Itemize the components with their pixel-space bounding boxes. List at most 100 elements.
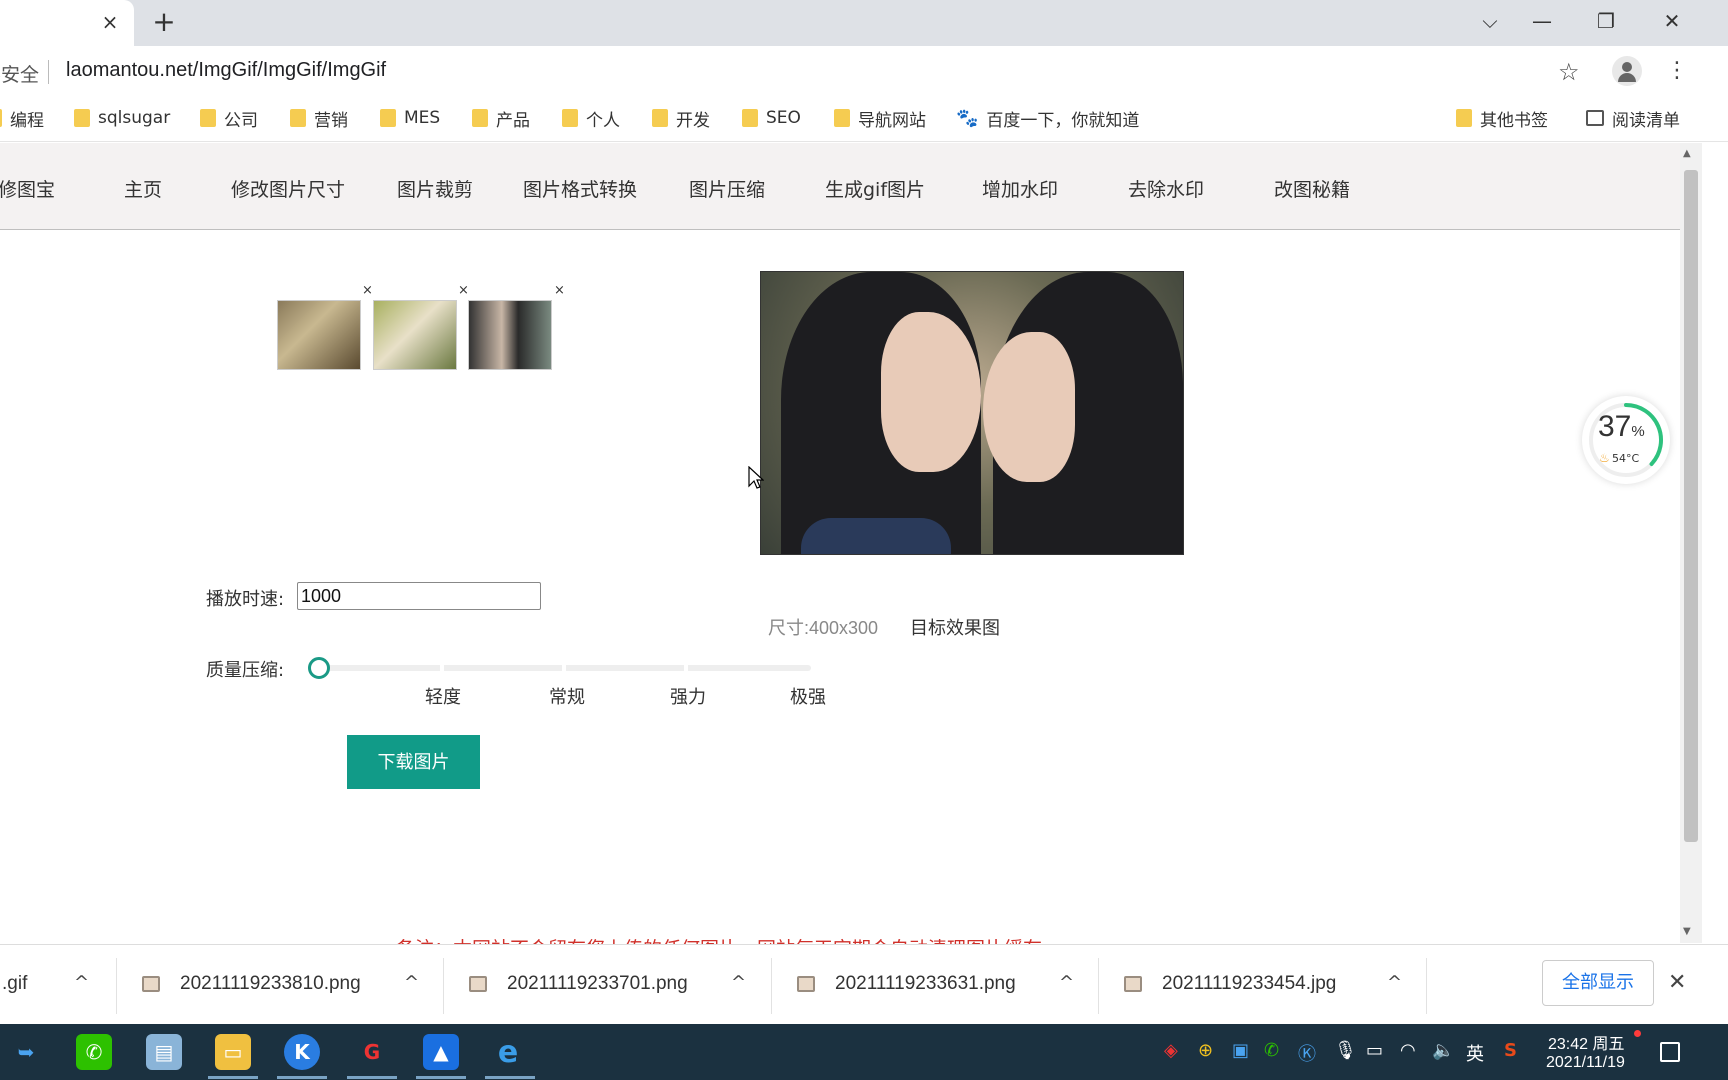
download-item-name[interactable]: 20211119233810.png — [180, 973, 361, 995]
bookmark-kaifa[interactable]: 开发 — [652, 106, 710, 131]
folder-icon — [652, 109, 668, 127]
cpu-percent: 37 — [1598, 410, 1632, 443]
percent-unit: % — [1631, 423, 1645, 440]
active-app-indicator — [416, 1076, 466, 1079]
mouse-cursor-icon — [748, 466, 764, 489]
bookmark-sqlsugar[interactable]: sqlsugar — [74, 106, 170, 130]
action-center-icon[interactable] — [1660, 1042, 1680, 1062]
input-method-indicator[interactable]: 英 — [1466, 1040, 1484, 1066]
tab-close-icon[interactable]: × — [98, 10, 122, 34]
security-indicator[interactable]: 不安全 — [0, 60, 39, 87]
remove-thumbnail-icon[interactable]: × — [458, 283, 469, 298]
tray-plus-icon[interactable]: ⊕ — [1198, 1040, 1213, 1061]
bookmark-star-icon[interactable]: ☆ — [1558, 58, 1580, 86]
slider-divider — [684, 665, 688, 671]
file-explorer-icon[interactable]: ▭ — [215, 1034, 251, 1070]
notepad-app-icon[interactable]: ▤ — [146, 1034, 182, 1070]
download-item-name[interactable]: 20211119233454.jpg — [1162, 973, 1336, 995]
nav-gif[interactable]: 生成gif图片 — [825, 175, 925, 202]
bookmark-chanpin[interactable]: 产品 — [472, 106, 530, 131]
battery-icon[interactable]: ▭ — [1366, 1040, 1383, 1061]
scroll-up-icon[interactable]: ▲ — [1683, 148, 1691, 159]
reading-list-icon — [1586, 110, 1604, 126]
scroll-down-icon[interactable]: ▼ — [1683, 926, 1691, 937]
download-item-name[interactable]: 20211119233631.png — [835, 973, 1016, 995]
wifi-icon[interactable]: ◠ — [1400, 1040, 1416, 1061]
bookmark-geren[interactable]: 个人 — [562, 106, 620, 131]
quality-tick-extreme[interactable]: 极强 — [790, 683, 826, 709]
nav-tips[interactable]: 改图秘籍 — [1274, 175, 1350, 202]
nav-resize[interactable]: 修改图片尺寸 — [231, 175, 345, 202]
browser-menu-icon[interactable]: ⋮ — [1666, 58, 1688, 83]
nav-crop[interactable]: 图片裁剪 — [397, 175, 473, 202]
bookmark-mes[interactable]: MES — [380, 106, 440, 130]
microphone-icon[interactable]: 🎙 — [1334, 1040, 1357, 1061]
bookmarks-bar: 编程 sqlsugar 公司 营销 MES 产品 个人 开发 SEO 导航网站 … — [0, 96, 1728, 142]
wechat-icon[interactable]: ✆ — [76, 1034, 112, 1070]
chevron-up-icon[interactable]: ^ — [404, 972, 419, 993]
remove-thumbnail-icon[interactable]: × — [554, 283, 565, 298]
tray-app-icon[interactable]: ◈ — [1164, 1040, 1178, 1061]
folder-icon — [200, 109, 216, 127]
remove-thumbnail-icon[interactable]: × — [362, 283, 373, 298]
restore-button[interactable]: ❐ — [1588, 6, 1624, 36]
download-item-name[interactable]: .gif — [2, 973, 27, 995]
bookmark-yingxiao[interactable]: 营销 — [290, 106, 348, 131]
folder-icon — [380, 109, 396, 127]
tab-search-icon[interactable]: ⌵ — [1472, 6, 1508, 36]
quality-tick-normal[interactable]: 常规 — [549, 683, 585, 709]
bookmark-gongsi[interactable]: 公司 — [200, 106, 258, 131]
profile-avatar-icon[interactable] — [1612, 56, 1642, 86]
ie-browser-icon[interactable]: e — [490, 1034, 526, 1070]
download-image-button[interactable]: 下载图片 — [347, 735, 480, 789]
other-bookmarks[interactable]: 其他书签 — [1456, 106, 1548, 131]
active-app-indicator — [347, 1076, 397, 1079]
baidu-paw-icon: 🐾 — [956, 107, 979, 129]
quality-tick-strong[interactable]: 强力 — [670, 683, 706, 709]
speed-label: 播放时速: — [206, 589, 285, 610]
red-g-app-icon[interactable]: G — [354, 1034, 390, 1070]
tray-k-icon[interactable]: Ⓚ — [1298, 1040, 1316, 1066]
speed-input[interactable] — [297, 582, 541, 610]
close-shelf-icon[interactable]: ✕ — [1668, 970, 1686, 995]
chevron-up-icon[interactable]: ^ — [74, 972, 89, 993]
nav-home[interactable]: 主页 — [124, 175, 162, 202]
uploaded-thumbnail — [468, 300, 552, 370]
scrollbar-thumb[interactable] — [1684, 170, 1698, 842]
address-bar[interactable]: laomantou.net/ImgGif/ImgGif/ImgGif — [66, 59, 386, 82]
window-close-button[interactable]: ✕ — [1654, 6, 1690, 36]
bookmark-seo[interactable]: SEO — [742, 106, 801, 130]
chevron-up-icon[interactable]: ^ — [731, 972, 746, 993]
site-brand[interactable]: 修图宝 — [0, 175, 55, 202]
sogou-ime-icon[interactable]: S — [1504, 1040, 1517, 1061]
bookmark-daohang[interactable]: 导航网站 — [834, 106, 926, 131]
clock-time[interactable]: 23:42 周五 — [1548, 1030, 1625, 1054]
volume-icon[interactable]: 🔈 — [1432, 1040, 1454, 1061]
nav-compress[interactable]: 图片压缩 — [689, 175, 765, 202]
reading-list[interactable]: 阅读清单 — [1586, 106, 1680, 131]
quality-tick-light[interactable]: 轻度 — [425, 683, 461, 709]
new-tab-button[interactable]: + — [150, 8, 178, 36]
back-arrow-app-icon[interactable]: ➥ — [8, 1034, 44, 1070]
tray-photo-icon[interactable]: ▣ — [1232, 1040, 1249, 1061]
nav-remove-watermark[interactable]: 去除水印 — [1128, 175, 1204, 202]
tray-wechat-icon[interactable]: ✆ — [1264, 1040, 1279, 1061]
clock-date[interactable]: 2021/11/19 — [1546, 1054, 1625, 1072]
bookmark-biancheng[interactable]: 编程 — [0, 106, 44, 131]
chevron-up-icon[interactable]: ^ — [1387, 972, 1402, 993]
tab-strip — [0, 0, 1728, 46]
download-item-name[interactable]: 20211119233701.png — [507, 973, 688, 995]
minimize-button[interactable]: — — [1524, 6, 1560, 36]
folder-icon — [0, 109, 2, 127]
chevron-up-icon[interactable]: ^ — [1059, 972, 1074, 993]
show-all-downloads-button[interactable]: 全部显示 — [1542, 960, 1654, 1006]
nav-format-convert[interactable]: 图片格式转换 — [523, 175, 637, 202]
photo-app-icon[interactable]: ▲ — [423, 1034, 459, 1070]
folder-icon — [562, 109, 578, 127]
folder-icon — [742, 109, 758, 127]
k-app-icon[interactable]: K — [284, 1034, 320, 1070]
quality-slider-handle[interactable] — [308, 657, 330, 679]
quality-label: 质量压缩: — [206, 660, 285, 681]
bookmark-baidu[interactable]: 🐾 百度一下，你就知道 — [956, 106, 1139, 131]
nav-add-watermark[interactable]: 增加水印 — [982, 175, 1058, 202]
